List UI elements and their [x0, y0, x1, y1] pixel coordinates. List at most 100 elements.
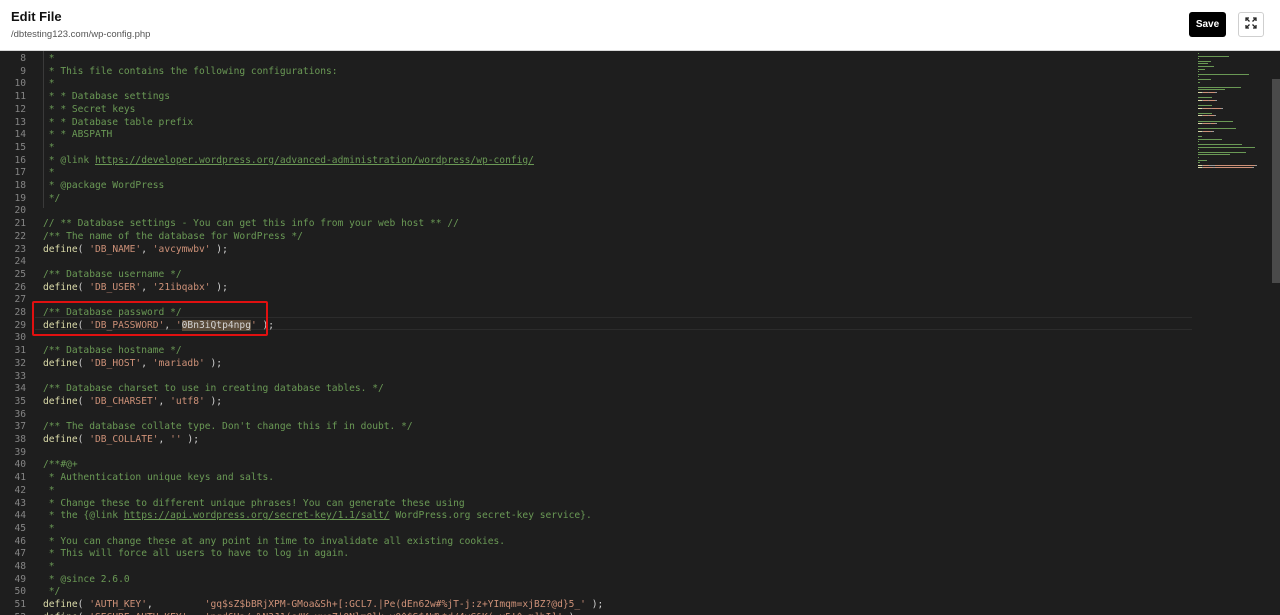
code-token: * * Database table prefix [43, 116, 194, 128]
code-token: , [141, 357, 153, 369]
minimap-line [1198, 128, 1236, 130]
minimap-line [1198, 86, 1241, 88]
code-line[interactable]: * * Database settings [43, 91, 170, 104]
minimap-line [1255, 164, 1257, 166]
code-line[interactable]: * [43, 561, 55, 574]
code-line[interactable]: * @link https://developer.wordpress.org/… [43, 155, 534, 168]
code-token: ); [585, 599, 604, 611]
code-token: * * Database settings [43, 91, 171, 103]
line-number: 28 [14, 307, 26, 318]
code-token: ( [77, 281, 90, 293]
db-password-highlight-box [32, 301, 268, 336]
line-number: 38 [14, 434, 26, 445]
code-token: ); [204, 357, 223, 369]
code-line[interactable]: * * Secret keys [43, 104, 136, 117]
code-token: * @package WordPress [43, 180, 165, 191]
line-number: 11 [14, 91, 26, 103]
code-line[interactable]: * [43, 53, 55, 66]
line-number: 31 [14, 345, 26, 357]
code-token: define [43, 599, 78, 611]
minimap-line [1203, 167, 1213, 169]
code-line[interactable]: /** Database username */ [43, 269, 182, 282]
minimap-line [1234, 146, 1255, 148]
code-token: ); [210, 243, 228, 255]
vertical-scrollbar[interactable] [1272, 79, 1280, 283]
save-button[interactable]: Save [1189, 12, 1226, 37]
code-line[interactable]: * the {@link https://api.wordpress.org/s… [43, 510, 592, 523]
fullscreen-button[interactable] [1238, 12, 1264, 37]
code-token: , [146, 599, 205, 611]
minimap-line [1198, 151, 1246, 153]
code-token: , [141, 281, 153, 293]
code-line[interactable]: * Authentication unique keys and salts. [43, 472, 274, 485]
code-token: * * ABSPATH [43, 129, 113, 141]
code-line[interactable]: define( 'DB_USER', '21ibqabx' ); [43, 282, 228, 295]
line-number: 35 [14, 395, 26, 407]
minimap-line [1198, 120, 1233, 122]
line-number-gutter: 8 9 10 11 12 13 14 15 16 17 18 19 20 21 22 23 24 25 26 27 28… [0, 51, 30, 615]
code-line[interactable]: * Change these to different unique phras… [43, 498, 465, 511]
code-line[interactable]: */ [43, 586, 61, 599]
minimap-line [1198, 79, 1211, 80]
code-line[interactable]: define( 'DB_COLLATE', '' ); [43, 434, 199, 447]
code-line[interactable]: /**#@+ [43, 459, 78, 472]
code-token: ( [77, 395, 90, 407]
code-line[interactable]: * @since 2.6.0 [43, 574, 130, 587]
code-line[interactable]: /** Database charset to use in creating … [43, 383, 384, 396]
line-number: 33 [14, 370, 26, 382]
line-number: 40 [14, 459, 26, 471]
minimap-line [1215, 92, 1217, 93]
line-number: 46 [14, 535, 26, 547]
code-line[interactable]: * * Database table prefix [43, 117, 193, 130]
code-line[interactable]: /** The database collate type. Don't cha… [43, 421, 413, 434]
code-token[interactable]: https://api.wordpress.org/secret-key/1.1… [124, 510, 390, 521]
code-token: 'DB_COLLATE' [89, 434, 159, 445]
code-line[interactable]: // ** Database settings - You can get th… [43, 218, 459, 231]
line-number: 25 [14, 268, 26, 280]
code-token: /** Database username */ [43, 268, 182, 280]
code-line[interactable]: * [43, 485, 55, 498]
code-token: * [43, 167, 55, 179]
code-line[interactable]: define( 'DB_HOST', 'mariadb' ); [43, 358, 222, 371]
code-line[interactable]: * [43, 167, 55, 180]
code-line[interactable]: * [43, 523, 55, 536]
code-token: * [43, 522, 55, 534]
minimap-line [1198, 138, 1222, 140]
file-path: /dbtesting123.com/wp-config.php [11, 29, 151, 40]
line-number: 22 [14, 230, 26, 242]
code-line[interactable]: * @package WordPress [43, 180, 165, 193]
code-line[interactable]: * This file contains the following confi… [43, 66, 338, 79]
code-line[interactable]: define( 'DB_NAME', 'avcymwbv' ); [43, 244, 228, 257]
code-token: * [43, 561, 55, 572]
code-line[interactable]: * You can change these at any point in t… [43, 536, 505, 549]
minimap-line [1203, 123, 1210, 125]
code-line[interactable]: * [43, 78, 55, 91]
code-line[interactable]: define( 'AUTH_KEY', 'gq$sZ$bBRjXPM-GMoa&… [43, 599, 603, 612]
code-line[interactable]: /** The name of the database for WordPre… [43, 231, 303, 244]
line-number: 37 [14, 421, 26, 433]
minimap-line [1214, 115, 1216, 117]
code-token: */ [43, 586, 61, 598]
code-editor[interactable]: 8 9 10 11 12 13 14 15 16 17 18 19 20 21 22 23 24 25 26 27 28… [0, 51, 1280, 615]
code-token: * [43, 141, 55, 153]
line-number: 13 [14, 116, 26, 128]
code-line[interactable]: */ [43, 193, 61, 206]
minimap-line [1198, 68, 1205, 70]
code-token: WordPress.org secret-key service}. [389, 510, 592, 522]
code-line[interactable]: * * ABSPATH [43, 129, 113, 142]
code-token: * Change these to different unique phras… [43, 497, 465, 509]
code-token: * the {@link [43, 510, 124, 522]
minimap[interactable] [1196, 51, 1268, 191]
code-token[interactable]: https://developer.wordpress.org/advanced… [95, 155, 534, 166]
code-line[interactable]: /** Database hostname */ [43, 345, 182, 358]
editor-header: Edit File /dbtesting123.com/wp-config.ph… [0, 0, 1280, 51]
minimap-line [1206, 146, 1234, 148]
code-line[interactable]: define( 'DB_CHARSET', 'utf8' ); [43, 396, 222, 409]
code-token: , [141, 243, 153, 255]
code-line[interactable]: * [43, 142, 55, 155]
code-token: ( [77, 357, 90, 369]
code-line[interactable]: * This will force all users to have to l… [43, 548, 349, 561]
minimap-line [1221, 107, 1223, 109]
line-number: 34 [14, 383, 26, 395]
line-number: 36 [14, 408, 26, 420]
